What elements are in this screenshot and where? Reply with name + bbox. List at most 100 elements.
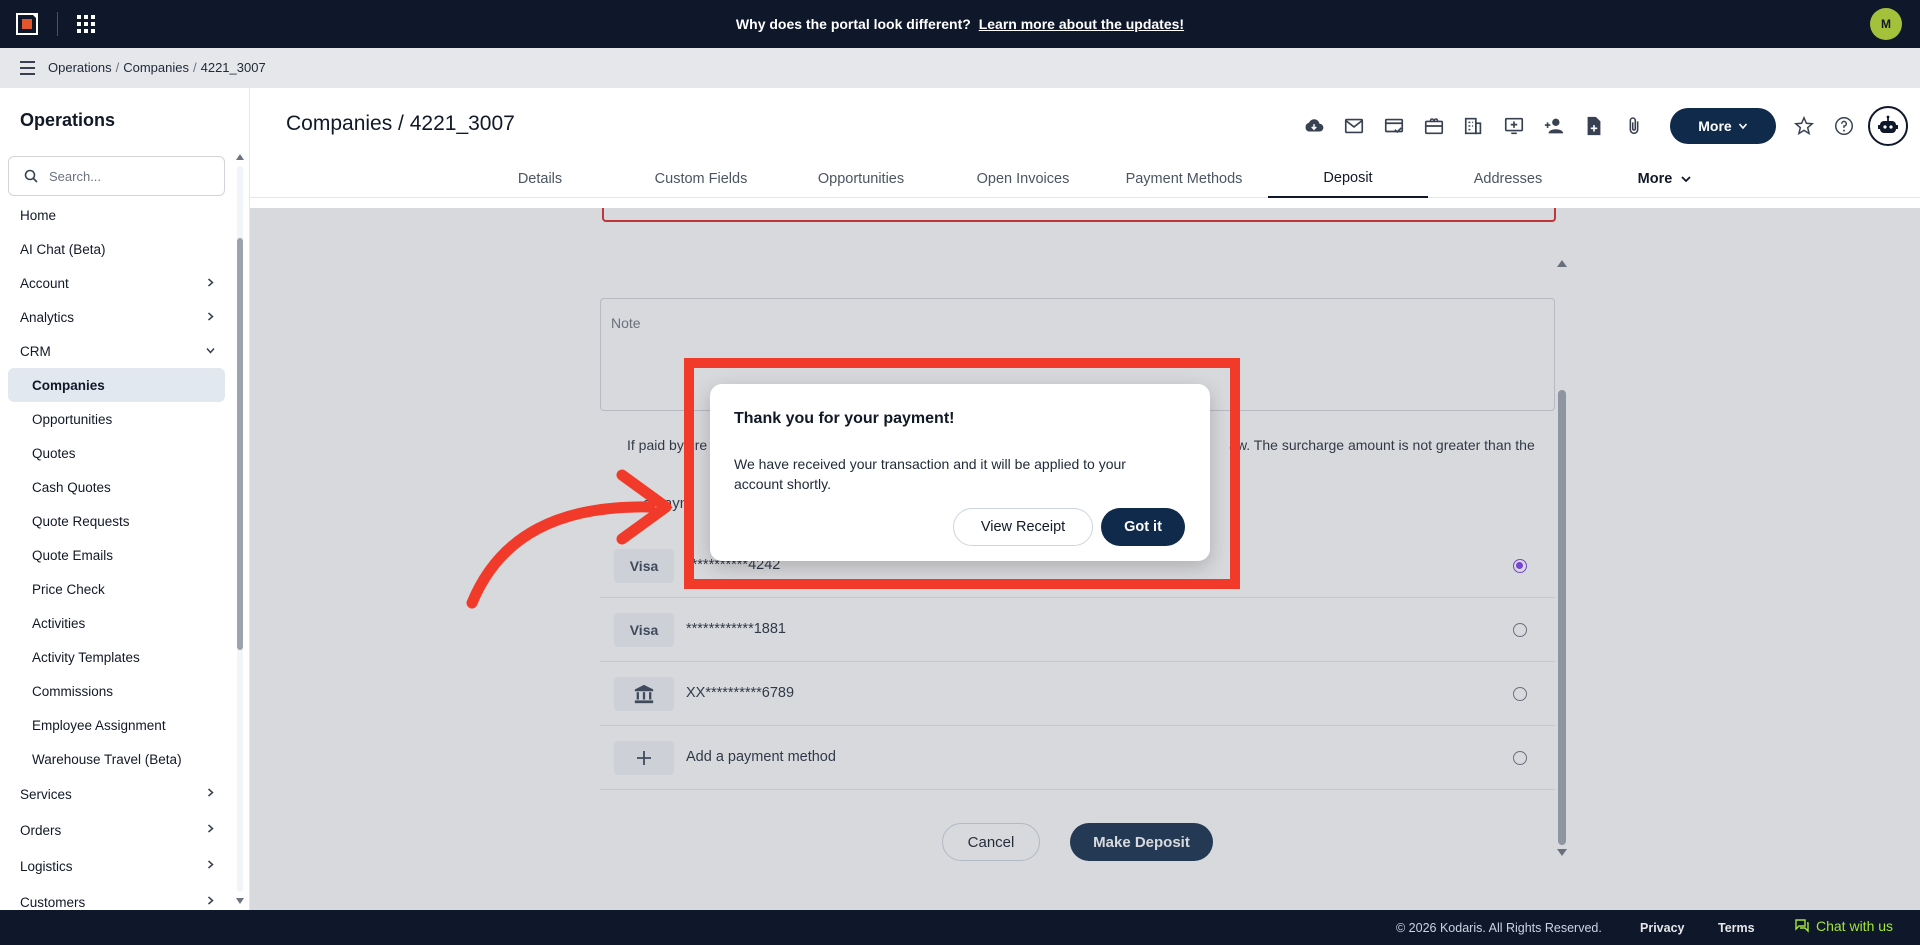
attachment-icon[interactable] [1614,108,1654,144]
card-check-icon[interactable] [1374,108,1414,144]
chat-icon [1795,919,1809,933]
gift-card-icon[interactable] [1414,108,1454,144]
sidebar-item-home[interactable]: Home [0,198,235,232]
sidebar-item-label: Logistics [20,858,73,874]
tab-custom-fields[interactable]: Custom Fields [640,160,762,198]
sidebar-item-warehouse-travel[interactable]: Warehouse Travel (Beta) [0,742,235,776]
sidebar-scrollbar[interactable] [236,154,244,904]
tab-payment-methods[interactable]: Payment Methods [1114,160,1254,198]
user-avatar[interactable]: M [1870,8,1902,40]
sidebar-item-activity-templates[interactable]: Activity Templates [0,640,235,674]
chevron-right-icon [208,860,214,869]
tab-more-label: More [1637,171,1673,187]
sidebar-item-label: Commissions [32,683,114,699]
top-bar: Why does the portal look different? Lear… [0,0,1920,48]
sidebar-item-label: Orders [20,822,62,838]
scroll-up-icon[interactable] [236,154,244,160]
cloud-download-icon[interactable] [1294,108,1334,144]
announcement-text: Why does the portal look different? [735,16,971,32]
breadcrumb-bar: Operations / Companies/4221_3007 [0,48,1920,88]
sidebar-item-label: Quote Emails [32,547,114,563]
help-icon[interactable] [1824,108,1864,144]
breadcrumb: Operations / Companies/4221_3007 [48,60,266,75]
tab-opportunities[interactable]: Opportunities [800,160,922,198]
sidebar-item-crm[interactable]: CRM [0,334,235,368]
breadcrumb-item[interactable]: Companies [123,60,189,75]
more-button-label: More [1698,118,1732,134]
chat-label: Chat with us [1816,918,1894,934]
scrollbar-thumb[interactable] [237,238,243,650]
search-placeholder: Search... [49,168,102,184]
sidebar-item-label: Quote Requests [32,513,130,529]
sidebar-item-cash-quotes[interactable]: Cash Quotes [0,470,235,504]
add-document-icon[interactable] [1574,108,1614,144]
sidebar-item-quotes[interactable]: Quotes [0,436,235,470]
email-icon[interactable] [1334,108,1374,144]
sidebar-item-employee-assignment[interactable]: Employee Assignment [0,708,235,742]
scroll-down-icon[interactable] [236,898,244,904]
sidebar-item-commissions[interactable]: Commissions [0,674,235,708]
sidebar-item-ai-chat[interactable]: AI Chat (Beta) [0,232,235,266]
sidebar-item-logistics[interactable]: Logistics [0,848,235,884]
chevron-right-icon [208,788,214,797]
tab-deposit[interactable]: Deposit [1268,160,1428,198]
sidebar-item-customers[interactable]: Customers [0,884,235,910]
chevron-down-icon [206,348,215,354]
announcement-link[interactable]: Learn more about the updates! [979,16,1184,32]
sidebar-item-price-check[interactable]: Price Check [0,572,235,606]
sidebar-item-services[interactable]: Services [0,776,235,812]
toolbar: More [1294,106,1908,146]
sidebar-item-label: Home [20,207,57,223]
add-business-icon[interactable] [1454,108,1494,144]
privacy-link[interactable]: Privacy [1640,921,1684,935]
sidebar-item-label: Activities [32,615,86,631]
sidebar-title: Operations [20,110,116,130]
annotation-arrow-icon [466,469,672,609]
breadcrumb-item[interactable]: Operations [48,60,112,75]
tab-addresses[interactable]: Addresses [1448,160,1568,198]
chevron-right-icon [208,896,214,905]
chevron-right-icon [208,312,214,321]
sidebar-item-orders[interactable]: Orders [0,812,235,848]
sidebar-item-label: Companies [32,377,105,393]
add-to-screen-icon[interactable] [1494,108,1534,144]
sidebar-item-label: Opportunities [32,411,113,427]
sidebar-item-label: Warehouse Travel (Beta) [32,751,182,767]
copyright: © 2026 Kodaris. All Rights Reserved. [1396,921,1602,935]
more-button[interactable]: More [1670,108,1776,144]
sidebar-item-label: Price Check [32,581,105,597]
star-icon[interactable] [1784,108,1824,144]
add-person-icon[interactable] [1534,108,1574,144]
sidebar-item-quote-requests[interactable]: Quote Requests [0,504,235,538]
page-title: Companies / 4221_3007 [286,112,515,135]
sidebar-item-label: Cash Quotes [32,479,111,495]
sidebar-item-label: Activity Templates [32,649,140,665]
tab-bar: Details Custom Fields Opportunities Open… [250,160,1920,198]
sidebar-item-account[interactable]: Account [0,266,235,300]
sidebar-item-opportunities[interactable]: Opportunities [0,402,235,436]
sidebar-item-label: Account [20,275,69,291]
chevron-down-icon [1738,123,1747,130]
sidebar-nav: Home AI Chat (Beta) Account Analytics CR… [0,198,235,910]
highlight-annotation [684,358,1240,589]
chevron-right-icon [208,278,214,287]
sidebar-item-label: CRM [20,343,51,359]
terms-link[interactable]: Terms [1718,921,1755,935]
menu-icon[interactable] [20,61,35,75]
sidebar-item-quote-emails[interactable]: Quote Emails [0,538,235,572]
sidebar-item-label: Employee Assignment [32,717,166,733]
tab-details[interactable]: Details [490,160,590,198]
sidebar-item-label: Services [20,786,72,802]
search-icon [24,169,38,183]
chat-button[interactable]: Chat with us [1794,918,1893,934]
chevron-down-icon [1681,176,1691,183]
ai-assistant-icon[interactable] [1868,106,1908,146]
sidebar-item-activities[interactable]: Activities [0,606,235,640]
sidebar-item-label: Analytics [20,309,75,325]
sidebar-item-companies[interactable]: Companies [8,368,225,402]
sidebar-item-analytics[interactable]: Analytics [0,300,235,334]
tab-open-invoices[interactable]: Open Invoices [962,160,1084,198]
tab-more[interactable]: More [1610,160,1720,198]
search-input[interactable]: Search... [8,156,225,196]
chevron-right-icon [208,824,214,833]
